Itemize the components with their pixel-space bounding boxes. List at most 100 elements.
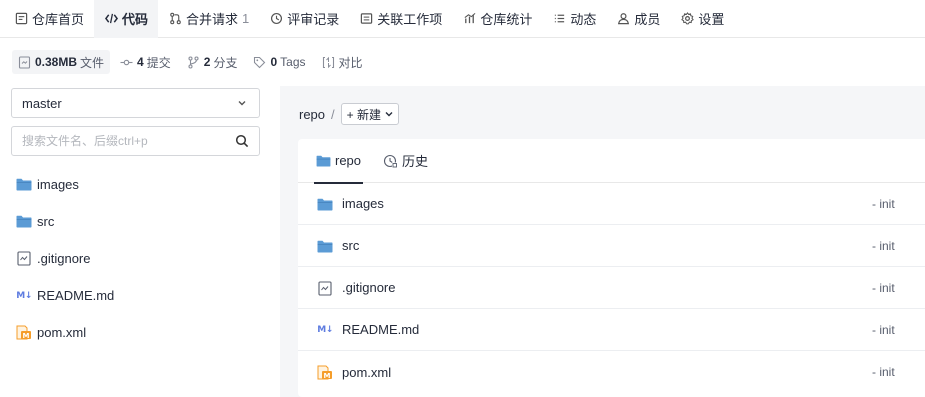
- review-icon: [269, 12, 283, 26]
- folder-icon: [316, 154, 331, 168]
- gear-icon: [680, 12, 694, 26]
- repo-size-value: 0.38MB: [35, 55, 78, 69]
- tab-merge-requests[interactable]: 合并请求 1: [158, 0, 259, 38]
- commits-value: 4: [137, 55, 144, 69]
- tab-label: 仓库统计: [480, 12, 533, 27]
- tab-repo-files[interactable]: repo: [313, 139, 364, 184]
- file-row-images[interactable]: images - init: [298, 183, 925, 225]
- tab-label: 设置: [698, 12, 725, 27]
- tab-label: 关联工作项: [377, 12, 443, 27]
- tab-settings[interactable]: 设置: [670, 0, 734, 38]
- folder-icon: [317, 238, 333, 254]
- text-file-icon: [16, 251, 32, 267]
- merge-icon: [168, 12, 182, 26]
- folder-icon: [16, 214, 32, 230]
- tree-item-readme[interactable]: M↓ README.md: [16, 277, 266, 314]
- last-commit-message[interactable]: - init: [872, 197, 895, 211]
- search-icon[interactable]: [235, 134, 249, 148]
- tab-repo-stats[interactable]: 仓库统计: [452, 0, 542, 38]
- tab-repo-home[interactable]: 仓库首页: [4, 0, 94, 38]
- last-commit-message[interactable]: - init: [872, 239, 895, 253]
- tree-item-label: src: [37, 214, 55, 229]
- maven-file-icon: M: [317, 364, 333, 380]
- tree-item-pom[interactable]: M pom.xml: [16, 314, 266, 351]
- compare-icon: [322, 56, 335, 69]
- svg-text:M: M: [23, 332, 30, 340]
- markdown-icon: M↓: [317, 325, 333, 335]
- tab-label: 评审记录: [287, 12, 340, 27]
- breadcrumb-separator: /: [331, 106, 335, 122]
- tags-label: Tags: [280, 55, 306, 69]
- tab-label: 动态: [570, 12, 597, 27]
- compare-link[interactable]: 对比: [316, 50, 369, 74]
- tab-activity[interactable]: 动态: [542, 0, 606, 38]
- file-row-src[interactable]: src - init: [298, 225, 925, 267]
- breadcrumb: repo / + 新建: [299, 103, 399, 125]
- file-name[interactable]: pom.xml: [342, 365, 391, 380]
- tab-history[interactable]: 历史: [383, 139, 428, 183]
- markdown-icon: M↓: [16, 290, 32, 301]
- code-icon: [104, 12, 118, 26]
- tree-item-gitignore[interactable]: .gitignore: [16, 240, 266, 277]
- file-row-gitignore[interactable]: .gitignore - init: [298, 267, 925, 309]
- branch-icon: [187, 55, 200, 69]
- last-commit-message[interactable]: - init: [872, 365, 895, 379]
- tree-item-src[interactable]: src: [16, 203, 266, 240]
- file-name[interactable]: src: [342, 238, 359, 253]
- last-commit-message[interactable]: - init: [872, 281, 895, 295]
- tab-linked-workitems[interactable]: 关联工作项: [349, 0, 452, 38]
- new-button-label: + 新建: [346, 107, 381, 122]
- caret-down-icon: [385, 112, 393, 117]
- file-name[interactable]: README.md: [342, 322, 419, 337]
- repo-nav: 仓库首页 代码 合并请求 1 评审记录 关联工作项 仓库统计 动态 成员 设置: [0, 0, 925, 38]
- merge-count-badge: 1: [242, 11, 250, 26]
- file-name[interactable]: images: [342, 196, 384, 211]
- workitem-icon: [359, 12, 373, 26]
- breadcrumb-root[interactable]: repo: [299, 107, 325, 122]
- file-row-readme[interactable]: M↓ README.md - init: [298, 309, 925, 351]
- tags-value: 0: [270, 55, 278, 69]
- branches-label: 分支: [213, 55, 238, 70]
- new-file-button[interactable]: + 新建: [340, 103, 399, 125]
- branches-value: 2: [203, 55, 211, 69]
- file-row-pom[interactable]: M pom.xml - init: [298, 351, 925, 393]
- tab-label: 历史: [402, 154, 429, 169]
- tab-label: 代码: [122, 12, 149, 27]
- branch-selector[interactable]: master: [11, 88, 260, 118]
- tab-review-records[interactable]: 评审记录: [259, 0, 349, 38]
- svg-text:M: M: [324, 371, 331, 379]
- file-list-tabs: repo 历史: [298, 139, 925, 184]
- branches-stat[interactable]: 2 分支: [181, 50, 244, 74]
- tree-item-label: README.md: [37, 288, 115, 303]
- folder-icon: [317, 196, 333, 212]
- chart-icon: [462, 12, 476, 26]
- file-search-input[interactable]: [22, 134, 235, 148]
- tab-label: 仓库首页: [32, 12, 85, 27]
- chevron-down-icon: [238, 101, 246, 106]
- file-list-card: repo 历史 images - init src - init .gitign…: [298, 139, 925, 397]
- repo-size-label: 文件: [80, 55, 105, 70]
- tree-item-label: .gitignore: [37, 251, 91, 266]
- tree-item-images[interactable]: images: [16, 166, 266, 203]
- text-file-icon: [317, 280, 333, 296]
- tags-stat[interactable]: 0 Tags: [247, 50, 311, 74]
- commits-label: 提交: [146, 55, 171, 70]
- tab-code[interactable]: 代码: [94, 0, 159, 38]
- branch-name: master: [22, 95, 62, 111]
- tree-item-label: pom.xml: [37, 325, 87, 340]
- activity-icon: [552, 12, 566, 26]
- book-icon: [14, 12, 28, 26]
- file-tree: images src .gitignore M↓ README.md M pom…: [16, 166, 266, 351]
- tab-label: 合并请求: [186, 12, 239, 27]
- commit-icon: [120, 56, 133, 69]
- file-search-box: [11, 126, 260, 156]
- last-commit-message[interactable]: - init: [872, 323, 895, 337]
- tab-members[interactable]: 成员: [606, 0, 670, 38]
- tag-icon: [253, 56, 266, 69]
- commits-stat[interactable]: 4 提交: [114, 50, 177, 74]
- compare-label: 对比: [338, 55, 363, 70]
- repo-size-stat[interactable]: 0.38MB 文件: [12, 50, 111, 74]
- tab-label: 成员: [634, 12, 661, 27]
- file-name[interactable]: .gitignore: [342, 280, 395, 295]
- repo-stats-bar: 0.38MB 文件 4 提交 2 分支 0 Tags 对比: [12, 50, 369, 74]
